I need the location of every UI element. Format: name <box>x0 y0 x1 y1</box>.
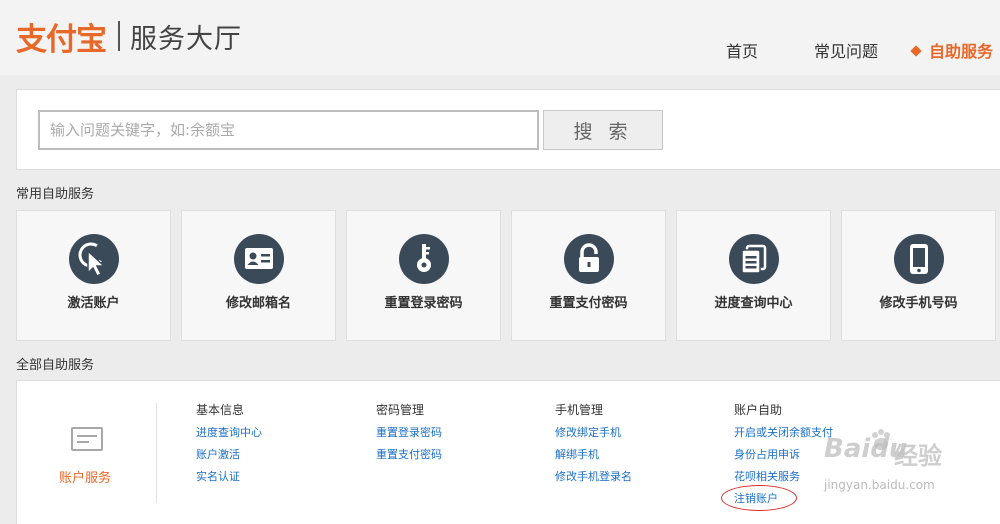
link-identity-appeal[interactable]: 身份占用申诉 <box>734 444 833 466</box>
link-unbind-phone[interactable]: 解绑手机 <box>555 444 632 466</box>
card-label: 修改邮箱名 <box>225 296 291 311</box>
nav-self-service[interactable]: 自助服务 <box>910 38 994 62</box>
logo-mark: 支付宝 <box>16 21 107 58</box>
account-card-icon <box>71 427 103 451</box>
category-divider <box>156 403 157 503</box>
search-input[interactable] <box>38 110 539 150</box>
lock-icon <box>563 234 614 284</box>
column-heading: 密码管理 <box>376 403 425 417</box>
alipay-logo[interactable]: 支付宝 服务大厅 <box>16 14 242 58</box>
column-phone: 手机管理 修改绑定手机 解绑手机 修改手机登录名 <box>555 401 632 488</box>
card-progress-center[interactable]: 进度查询中心 <box>676 210 831 341</box>
link-progress-center[interactable]: 进度查询中心 <box>196 422 262 444</box>
mobile-phone-icon <box>893 234 944 284</box>
card-activate-account[interactable]: 激活账户 <box>16 210 171 341</box>
highlight-annotation <box>721 485 797 511</box>
card-label: 激活账户 <box>67 296 120 311</box>
search-button[interactable]: 搜 索 <box>543 110 663 150</box>
card-label: 重置支付密码 <box>549 296 628 311</box>
link-reset-login-password[interactable]: 重置登录密码 <box>376 422 442 444</box>
card-reset-payment-password[interactable]: 重置支付密码 <box>511 210 666 341</box>
nav-home[interactable]: 首页 <box>726 38 758 62</box>
document-stack-icon <box>728 234 779 284</box>
card-modify-phone[interactable]: 修改手机号码 <box>841 210 996 341</box>
common-services-title: 常用自助服务 <box>16 187 95 202</box>
id-card-icon <box>233 234 284 284</box>
search-panel: 搜 索 <box>16 89 1000 170</box>
link-real-name-auth[interactable]: 实名认证 <box>196 466 262 488</box>
card-label: 重置登录密码 <box>384 296 463 311</box>
column-basic-info: 基本信息 进度查询中心 账户激活 实名认证 <box>196 401 262 488</box>
site-title: 服务大厅 <box>130 23 242 55</box>
column-password: 密码管理 重置登录密码 重置支付密码 <box>376 401 442 466</box>
column-heading: 手机管理 <box>555 403 604 417</box>
active-diamond-icon <box>910 45 922 57</box>
cursor-click-icon <box>68 234 119 284</box>
column-heading: 账户自助 <box>734 403 783 417</box>
link-reset-payment-password[interactable]: 重置支付密码 <box>376 444 442 466</box>
logo-divider <box>118 21 120 51</box>
account-service-category[interactable]: 账户服务 <box>59 467 111 486</box>
header: 支付宝 服务大厅 首页 常见问题 自助服务 <box>0 0 1000 75</box>
column-heading: 基本信息 <box>196 403 245 417</box>
link-modify-phone-login[interactable]: 修改手机登录名 <box>555 466 632 488</box>
link-account-activation[interactable]: 账户激活 <box>196 444 262 466</box>
all-services-panel: 账户服务 基本信息 进度查询中心 账户激活 实名认证 密码管理 重置登录密码 重… <box>16 380 1000 524</box>
link-modify-bound-phone[interactable]: 修改绑定手机 <box>555 422 632 444</box>
all-services-title: 全部自助服务 <box>16 358 95 373</box>
nav-self-service-label: 自助服务 <box>929 42 994 61</box>
link-balance-payment-toggle[interactable]: 开启或关闭余额支付 <box>734 422 833 444</box>
card-reset-login-password[interactable]: 重置登录密码 <box>346 210 501 341</box>
key-icon <box>398 234 449 284</box>
card-modify-email[interactable]: 修改邮箱名 <box>181 210 336 341</box>
card-label: 进度查询中心 <box>714 296 793 311</box>
card-label: 修改手机号码 <box>879 296 958 311</box>
nav-faq[interactable]: 常见问题 <box>814 38 878 62</box>
